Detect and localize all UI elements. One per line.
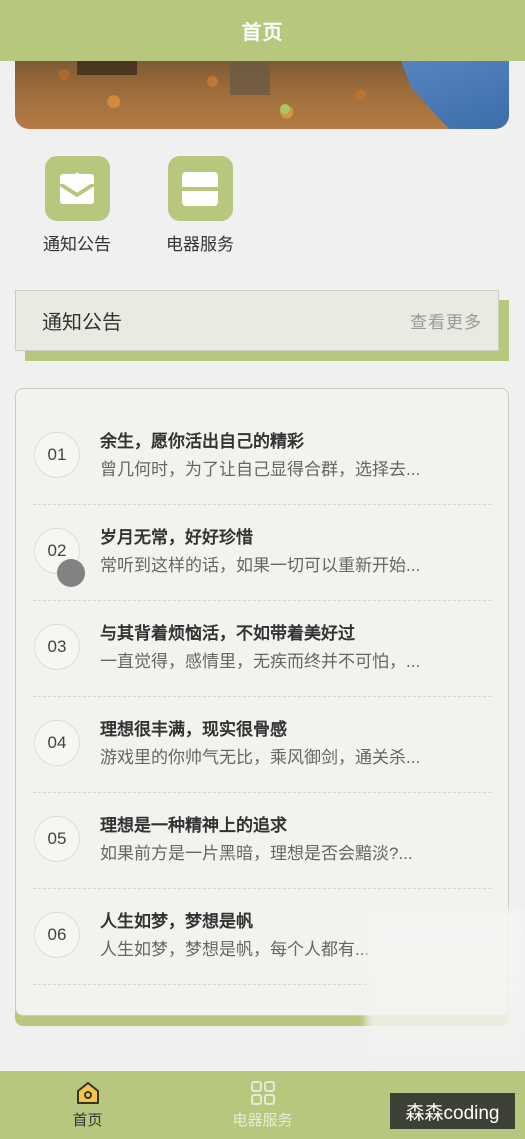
watermark: 森森coding [390,1093,515,1129]
item-title: 理想很丰满，现实很骨感 [100,720,287,739]
quick-link-label: 电器服务 [166,235,234,254]
item-summary: 一直觉得，感情里，无疾而终并不可怕，... [100,652,421,671]
tab-appliance-service[interactable]: 电器服务 [175,1071,350,1139]
item-number: 03 [34,624,80,670]
panel-icon [167,156,233,221]
item-title: 理想是一种精神上的追求 [100,816,287,835]
list-item[interactable]: 04 理想很丰满，现实很骨感 游戏里的你帅气无比，乘风御剑，通关杀... [33,697,491,793]
blur-overlay [366,910,525,1085]
item-title: 余生，愿你活出自己的精彩 [100,432,304,451]
section-title: 通知公告 [42,312,122,334]
item-number: 06 [34,912,80,958]
quick-link-label: 通知公告 [43,235,111,254]
list-item[interactable]: 01 余生，愿你活出自己的精彩 曾几何时，为了让自己显得合群，选择去... [33,409,491,505]
home-icon [76,1081,99,1104]
tab-label: 电器服务 [232,1111,293,1129]
quick-link-notice[interactable]: 通知公告 [27,156,127,255]
view-more-link[interactable]: 查看更多 [410,308,482,333]
carousel-indicator[interactable] [280,104,290,114]
tab-home[interactable]: 首页 [0,1071,175,1139]
page-title: 首页 [241,22,284,44]
touch-indicator [57,559,85,587]
item-number: 01 [34,432,80,478]
item-summary: 常听到这样的话，如果一切可以重新开始... [100,556,421,575]
envelope-icon [44,156,110,221]
grid-icon [250,1080,275,1105]
item-summary: 曾几何时，为了让自己显得合群，选择去... [100,460,421,479]
item-title: 岁月无常，好好珍惜 [100,528,253,547]
list-item[interactable]: 02 岁月无常，好好珍惜 常听到这样的话，如果一切可以重新开始... [33,505,491,601]
item-title: 人生如梦，梦想是帆 [100,912,253,931]
notice-section-header: 通知公告 查看更多 [15,290,499,351]
banner-carousel[interactable] [15,61,509,129]
item-number: 04 [34,720,80,766]
top-bar: 首页 [0,0,525,61]
tab-label: 首页 [72,1111,103,1129]
item-summary: 游戏里的你帅气无比，乘风御剑，通关杀... [100,748,421,767]
item-title: 与其背着烦恼活，不如带着美好过 [100,624,355,643]
list-item[interactable]: 05 理想是一种精神上的追求 如果前方是一片黑暗，理想是否会黯淡?... [33,793,491,889]
item-summary: 如果前方是一片黑暗，理想是否会黯淡?... [100,844,413,863]
quick-link-appliance-service[interactable]: 电器服务 [150,156,250,255]
item-number: 05 [34,816,80,862]
list-item[interactable]: 03 与其背着烦恼活，不如带着美好过 一直觉得，感情里，无疾而终并不可怕，... [33,601,491,697]
